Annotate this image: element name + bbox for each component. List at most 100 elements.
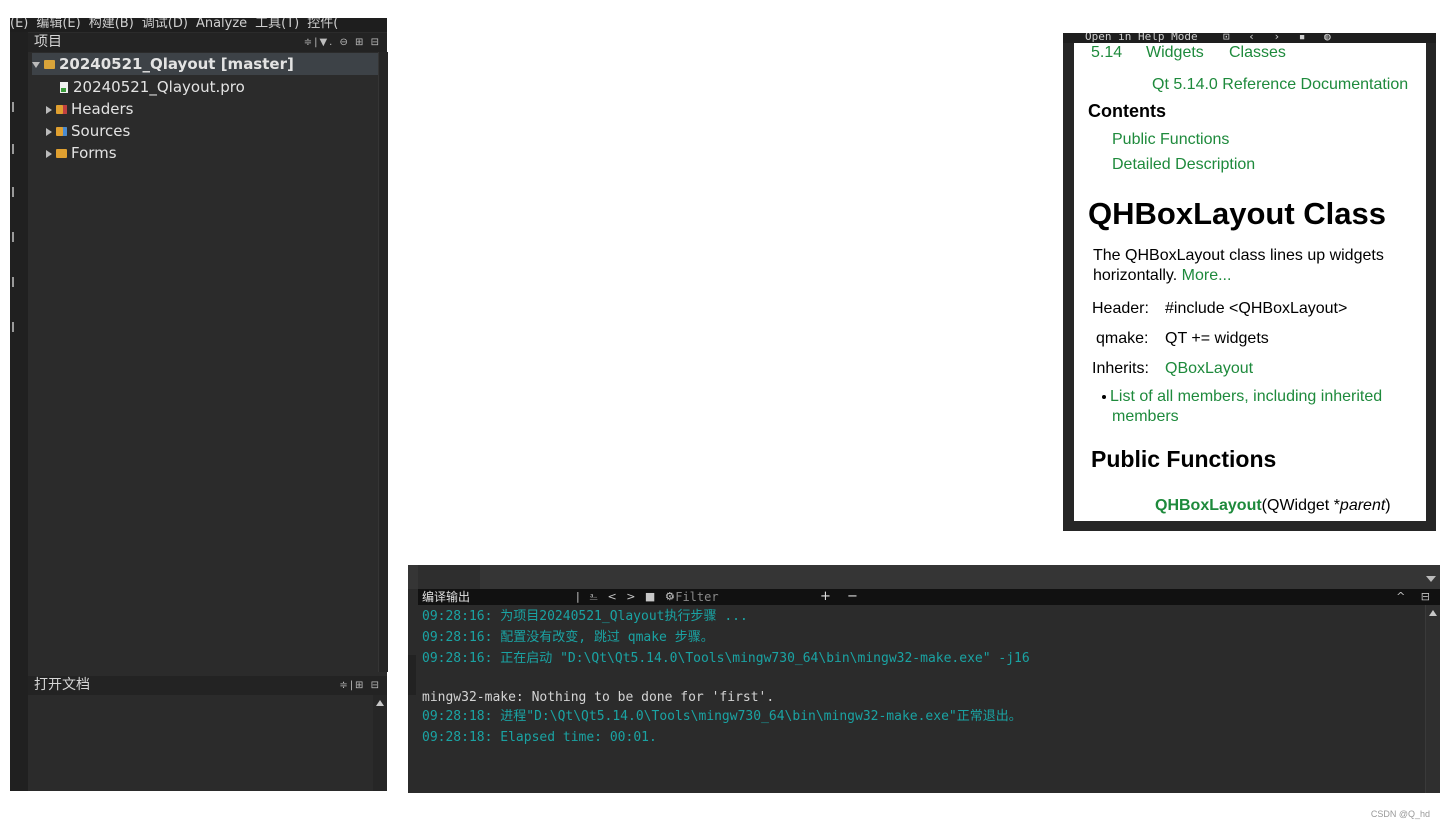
menu-item-edit[interactable]: 编辑(E) xyxy=(36,18,80,31)
bullet-icon xyxy=(1102,394,1106,399)
menu-item-controls[interactable]: 控件( xyxy=(307,18,338,31)
output-pane-controls[interactable]: ^ ⊟ xyxy=(1396,589,1436,605)
chevron-right-icon[interactable] xyxy=(46,127,52,136)
reference-doc-link[interactable]: Qt 5.14.0 Reference Documentation xyxy=(1152,76,1408,94)
mode-design-icon[interactable] xyxy=(12,187,20,197)
output-line: 09:28:16: 配置没有改变, 跳过 qmake 步骤。 xyxy=(422,630,714,645)
menu-item-build[interactable]: 构建(B) xyxy=(89,18,134,31)
mode-welcome-icon[interactable] xyxy=(12,102,20,112)
project-tree-scrollbar[interactable] xyxy=(378,52,388,672)
open-documents-tools[interactable]: ≑|⊞ ⊟ xyxy=(339,676,381,695)
class-title: QHBoxLayout Class xyxy=(1088,196,1387,231)
open-documents-list xyxy=(28,695,387,791)
function-signature: QHBoxLayout(QWidget *parent) xyxy=(1155,497,1391,515)
menu-bar: (E) 编辑(E) 构建(B) 调试(D) Analyze 工具(T) 控件( xyxy=(10,18,387,32)
chevron-right-icon[interactable] xyxy=(46,105,52,114)
function-param: parent xyxy=(1339,497,1386,514)
open-in-help-mode-button[interactable]: Open in Help Mode xyxy=(1085,33,1198,42)
help-toolbar: Open in Help Mode ⊡ ‹ › ▪ ◍ xyxy=(1063,33,1436,43)
tree-item-label: Headers xyxy=(71,100,134,118)
mode-help-icon[interactable] xyxy=(12,322,20,332)
zoom-controls[interactable]: + − xyxy=(820,589,864,605)
output-line: 09:28:18: Elapsed time: 00:01. xyxy=(422,730,657,745)
tree-item-forms[interactable]: Forms xyxy=(46,142,396,164)
function-name-link[interactable]: QHBoxLayout xyxy=(1155,497,1262,514)
contents-link-public-functions[interactable]: Public Functions xyxy=(1112,131,1229,149)
mode-projects-icon[interactable] xyxy=(12,277,20,287)
contents-link-detailed-description[interactable]: Detailed Description xyxy=(1112,156,1255,174)
help-left-gutter xyxy=(1063,43,1074,531)
members-link[interactable]: List of all members, including inherited xyxy=(1110,388,1382,405)
tree-item-label: Forms xyxy=(71,144,117,162)
function-args: (QWidget * xyxy=(1261,497,1340,514)
menu-item-tools[interactable]: 工具(T) xyxy=(255,18,299,31)
tree-item-label: 20240521_Qlayout.pro xyxy=(73,78,245,96)
open-documents-header: 打开文档 ≑|⊞ ⊟ xyxy=(28,676,387,695)
output-scrollbar[interactable] xyxy=(1425,605,1440,793)
help-horizontal-scrollbar[interactable] xyxy=(1074,521,1426,531)
tree-item-pro-file[interactable]: 20240521_Qlayout.pro xyxy=(60,76,410,98)
pro-file-icon xyxy=(60,82,68,93)
help-panel: Open in Help Mode ⊡ ‹ › ▪ ◍ 5.14 Widgets… xyxy=(1063,33,1436,531)
tree-item-project-root[interactable]: 20240521_Qlayout [master] xyxy=(32,53,382,75)
output-side-handle[interactable] xyxy=(408,655,416,695)
output-log: 09:28:16: 为项目20240521_Qlayout执行步骤 ... 09… xyxy=(422,608,1412,790)
header-label: Header: xyxy=(1092,300,1149,317)
headers-folder-icon xyxy=(56,105,67,114)
tree-item-label: Sources xyxy=(71,122,131,140)
output-filter-input[interactable]: ⌕Filter xyxy=(668,589,818,605)
mode-selector-strip xyxy=(10,32,28,791)
qmake-label: qmake: xyxy=(1096,330,1149,347)
help-toolbar-icons[interactable]: ⊡ ‹ › ▪ ◍ xyxy=(1223,33,1337,42)
output-line: 09:28:16: 为项目20240521_Qlayout执行步骤 ... xyxy=(422,609,748,624)
description-text: horizontally. xyxy=(1093,267,1178,284)
mode-edit-icon[interactable] xyxy=(12,144,20,154)
chevron-down-icon[interactable] xyxy=(1426,576,1436,582)
mode-debug-icon[interactable] xyxy=(12,232,20,242)
chevron-right-icon[interactable] xyxy=(46,149,52,158)
qmake-value: QT += widgets xyxy=(1165,330,1269,347)
filter-placeholder: Filter xyxy=(675,590,719,604)
output-nav-tools[interactable]: | ⎁ < > ■ ⚙ xyxy=(576,589,678,605)
chevron-down-icon[interactable] xyxy=(32,61,40,68)
watermark: CSDN @Q_hd xyxy=(1370,809,1430,819)
breadcrumb-widgets[interactable]: Widgets xyxy=(1146,44,1204,62)
help-document: 5.14 Widgets Classes Qt 5.14.0 Reference… xyxy=(1074,43,1426,521)
tree-item-sources[interactable]: Sources xyxy=(46,120,396,142)
scroll-up-icon[interactable] xyxy=(1429,610,1437,616)
output-pane-label[interactable]: 编译输出 xyxy=(422,589,470,605)
menu-item-analyze[interactable]: Analyze xyxy=(196,18,247,31)
open-documents-scrollbar[interactable] xyxy=(373,695,387,791)
sources-folder-icon xyxy=(56,127,67,136)
members-link-cont[interactable]: members xyxy=(1112,408,1179,426)
forms-folder-icon xyxy=(56,149,67,158)
menu-item-debug[interactable]: 调试(D) xyxy=(142,18,188,31)
scroll-up-icon[interactable] xyxy=(376,700,384,706)
projects-header-tools[interactable]: ≑|▼. ⊖ ⊞ ⊟ xyxy=(304,33,381,52)
more-link[interactable]: More... xyxy=(1182,267,1232,284)
breadcrumb-version[interactable]: 5.14 xyxy=(1091,44,1122,62)
inherits-label: Inherits: xyxy=(1092,360,1149,377)
project-panel: (E) 编辑(E) 构建(B) 调试(D) Analyze 工具(T) 控件( 项目 ≑|▼… xyxy=(10,18,388,791)
class-description-line1: The QHBoxLayout class lines up widgets xyxy=(1093,247,1384,264)
inherits-link[interactable]: QBoxLayout xyxy=(1165,360,1253,378)
output-tab-active[interactable] xyxy=(418,565,480,589)
tree-item-label: 20240521_Qlayout [master] xyxy=(59,55,294,73)
output-toolbar: 编译输出 | ⎁ < > ■ ⚙ ⌕Filter + − ^ ⊟ xyxy=(418,589,1440,605)
header-value: #include <QHBoxLayout> xyxy=(1165,300,1348,317)
public-functions-heading: Public Functions xyxy=(1091,446,1277,472)
output-line: mingw32-make: Nothing to be done for 'fi… xyxy=(422,690,775,705)
breadcrumb-classes[interactable]: Classes xyxy=(1229,44,1286,62)
contents-heading: Contents xyxy=(1088,101,1166,121)
menu-item-prev[interactable]: (E) xyxy=(10,18,28,31)
help-scrollbar[interactable] xyxy=(1426,43,1436,531)
open-documents-title: 打开文档 xyxy=(34,677,90,693)
output-line: 09:28:18: 进程"D:\Qt\Qt5.14.0\Tools\mingw7… xyxy=(422,709,1022,724)
projects-header: 项目 ≑|▼. ⊖ ⊞ ⊟ xyxy=(28,33,387,52)
tree-item-headers[interactable]: Headers xyxy=(46,98,396,120)
output-tab-bar xyxy=(408,565,1440,589)
class-description-line2: horizontally. More... xyxy=(1093,267,1231,285)
project-tree: 20240521_Qlayout [master] 20240521_Qlayo… xyxy=(28,52,387,672)
projects-header-title: 项目 xyxy=(34,34,62,50)
output-line: 09:28:16: 正在启动 "D:\Qt\Qt5.14.0\Tools\min… xyxy=(422,651,1030,666)
